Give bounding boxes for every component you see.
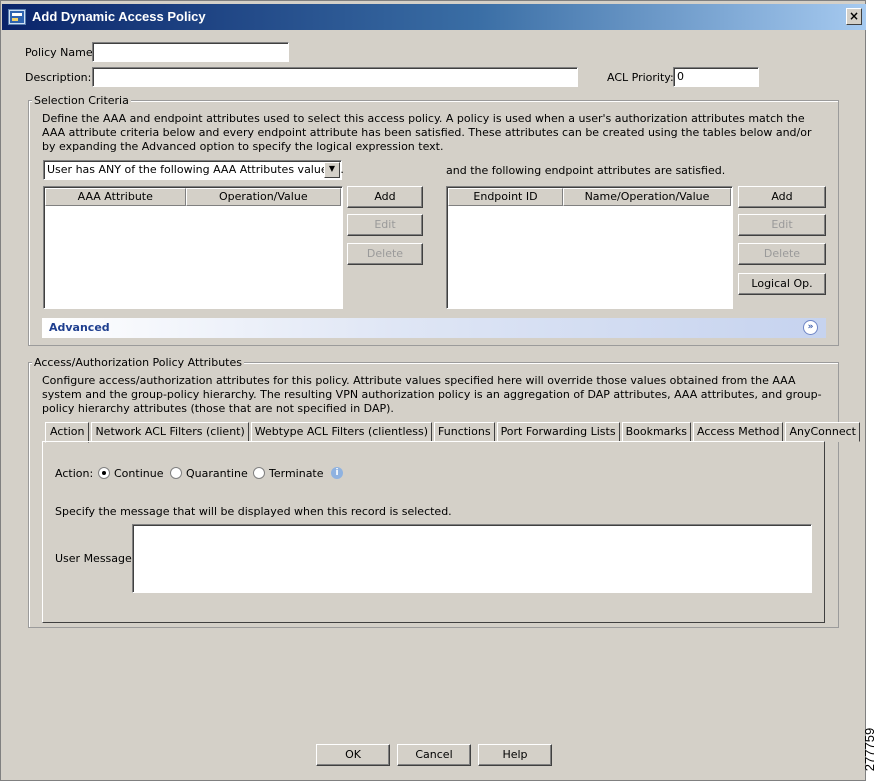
description-input[interactable] <box>92 67 578 87</box>
endpoint-caption: and the following endpoint attributes ar… <box>446 164 726 177</box>
endpoint-table-header: Endpoint ID Name/Operation/Value <box>448 188 731 206</box>
quarantine-radio[interactable] <box>170 467 182 479</box>
aaa-edit-button[interactable]: Edit <box>347 214 423 236</box>
access-attributes-description: Configure access/authorization attribute… <box>42 374 822 415</box>
app-icon <box>8 9 26 25</box>
endpoint-delete-button[interactable]: Delete <box>738 243 826 265</box>
selection-criteria-legend: Selection Criteria <box>32 94 131 107</box>
terminate-radio[interactable] <box>253 467 265 479</box>
policy-name-input[interactable] <box>92 42 289 62</box>
attribute-tabs: Action Network ACL Filters (client) Webt… <box>45 422 862 443</box>
ok-button[interactable]: OK <box>316 744 390 766</box>
acl-priority-input[interactable]: 0 <box>673 67 759 87</box>
terminate-radio-label[interactable]: Terminate <box>269 467 324 480</box>
tab-network-acl-filters[interactable]: Network ACL Filters (client) <box>91 422 249 442</box>
user-message-input[interactable] <box>132 524 812 593</box>
close-button[interactable]: × <box>846 8 862 25</box>
tab-port-forwarding-lists[interactable]: Port Forwarding Lists <box>496 422 620 442</box>
aaa-delete-button[interactable]: Delete <box>347 243 423 265</box>
figure-number-text: 277759 <box>862 727 878 772</box>
logical-op-button[interactable]: Logical Op. <box>738 273 826 295</box>
tab-bookmarks[interactable]: Bookmarks <box>621 422 692 442</box>
acl-priority-label: ACL Priority: <box>607 71 674 84</box>
user-message-label: User Message: <box>55 552 136 565</box>
continue-radio[interactable] <box>98 467 110 479</box>
aaa-match-selected: User has ANY of the following AAA Attrib… <box>47 163 344 176</box>
column-header-aaa-attribute[interactable]: AAA Attribute <box>45 188 186 206</box>
endpoint-edit-button[interactable]: Edit <box>738 214 826 236</box>
aaa-attributes-table[interactable]: AAA Attribute Operation/Value <box>43 186 343 309</box>
tab-webtype-acl-filters[interactable]: Webtype ACL Filters (clientless) <box>250 422 433 442</box>
dialog-window: Add Dynamic Access Policy × Policy Name:… <box>0 0 866 781</box>
column-header-endpoint-id[interactable]: Endpoint ID <box>448 188 563 206</box>
tab-access-method[interactable]: Access Method <box>693 422 784 442</box>
tab-action[interactable]: Action <box>45 422 90 443</box>
figure-number: 277759 <box>862 720 884 780</box>
access-attributes-legend: Access/Authorization Policy Attributes <box>32 356 244 369</box>
title-bar[interactable]: Add Dynamic Access Policy × <box>2 4 866 30</box>
advanced-expander[interactable]: Advanced » <box>42 318 826 338</box>
window-title: Add Dynamic Access Policy <box>32 9 206 24</box>
quarantine-radio-label[interactable]: Quarantine <box>186 467 248 480</box>
selection-criteria-description: Define the AAA and endpoint attributes u… <box>42 112 812 153</box>
action-label: Action: <box>55 467 94 480</box>
action-tab-panel: Action: Continue Quarantine Terminate i … <box>42 441 825 623</box>
tab-functions[interactable]: Functions <box>434 422 495 442</box>
aaa-add-button[interactable]: Add <box>347 186 423 208</box>
help-button[interactable]: Help <box>478 744 552 766</box>
expand-chevron-icon[interactable]: » <box>803 320 818 335</box>
description-label: Description: <box>25 71 92 84</box>
continue-radio-label[interactable]: Continue <box>114 467 163 480</box>
advanced-label: Advanced <box>49 321 110 334</box>
endpoint-add-button[interactable]: Add <box>738 186 826 208</box>
policy-name-label: Policy Name: <box>25 46 97 59</box>
column-header-operation-value[interactable]: Operation/Value <box>185 188 341 206</box>
aaa-match-dropdown[interactable]: User has ANY of the following AAA Attrib… <box>43 160 344 180</box>
tab-anyconnect[interactable]: AnyConnect <box>785 422 860 442</box>
cancel-button[interactable]: Cancel <box>397 744 471 766</box>
chevron-down-icon[interactable]: ▼ <box>324 162 340 178</box>
column-header-name-operation-value[interactable]: Name/Operation/Value <box>563 188 731 206</box>
message-instruction: Specify the message that will be display… <box>55 505 452 518</box>
aaa-table-header: AAA Attribute Operation/Value <box>45 188 341 206</box>
info-icon[interactable]: i <box>331 467 343 479</box>
endpoint-attributes-table[interactable]: Endpoint ID Name/Operation/Value <box>446 186 733 309</box>
